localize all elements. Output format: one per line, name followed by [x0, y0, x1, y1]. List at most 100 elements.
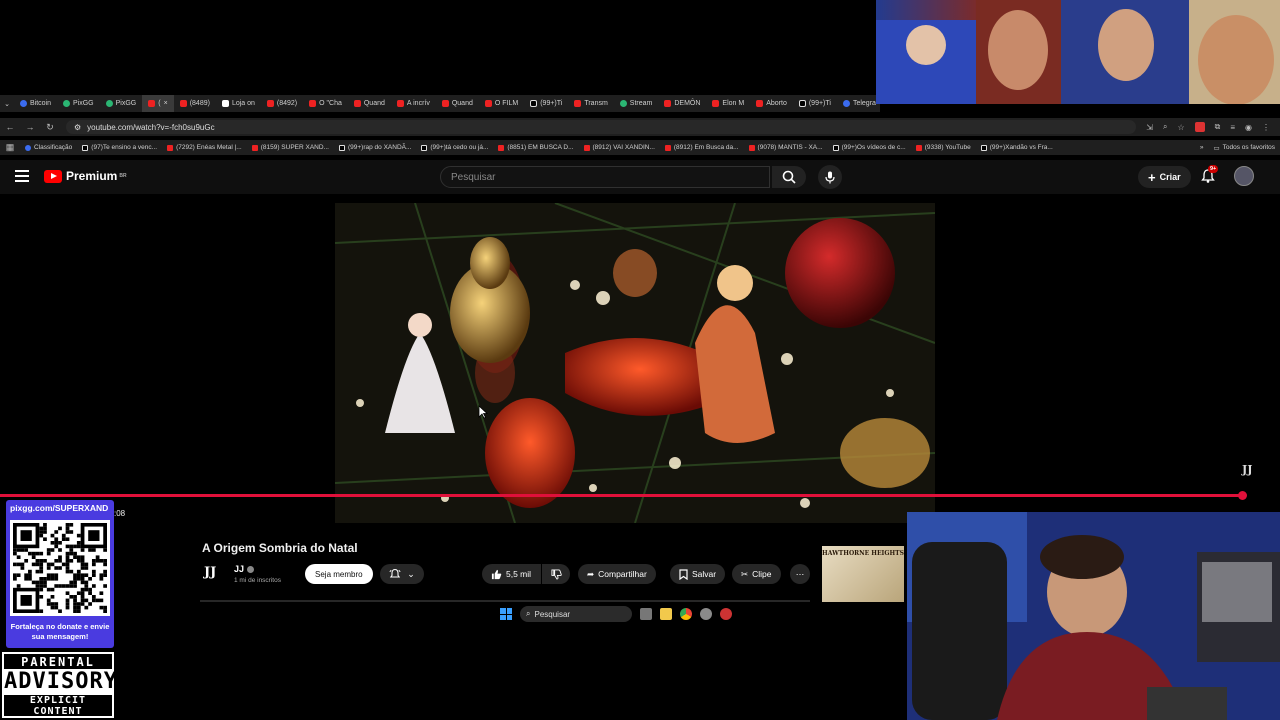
taskbar-search-input[interactable]: ⌕ Pesquisar [520, 606, 632, 622]
tab-label: PixGG [115, 100, 137, 107]
apps-grid-icon[interactable]: ▦ [0, 142, 20, 153]
bookmark-item[interactable]: (99+)Xandão vs Fra... [976, 144, 1058, 151]
search-input[interactable]: Pesquisar [440, 166, 770, 188]
browser-tab[interactable]: DEMÔN [658, 95, 706, 112]
bookmark-item[interactable]: (8912) VAI XANDIN... [579, 144, 660, 151]
recommended-video-thumbnail[interactable]: HAWTHORNE HEIGHTS [822, 546, 904, 602]
task-view-icon[interactable] [640, 608, 652, 620]
browser-tab[interactable]: Aborto [750, 95, 793, 112]
forward-icon[interactable]: → [20, 122, 40, 132]
browser-tab[interactable]: A incrív [391, 95, 436, 112]
bookmark-favicon-icon [25, 144, 31, 151]
browser-tab[interactable]: Quand [348, 95, 391, 112]
bookmark-item[interactable]: (8912) Em Busca da... [660, 144, 744, 151]
webcam-collage-overlay [876, 0, 1280, 104]
like-button[interactable]: 5,5 mil [482, 564, 542, 584]
back-icon[interactable]: ← [0, 122, 20, 132]
browser-tab[interactable]: Bitcoin [14, 95, 57, 112]
browser-tab[interactable]: (99+)Ti [793, 95, 837, 112]
zoom-icon[interactable]: ⌕ [1163, 122, 1167, 132]
browser-tab[interactable]: Transm [568, 95, 613, 112]
browser-tab[interactable]: (8492) [261, 95, 303, 112]
browser-tab[interactable]: Telegra [837, 95, 880, 112]
tab-label: Quand [363, 100, 385, 107]
clip-button[interactable]: ✂ Clipe [732, 564, 781, 584]
search-button[interactable] [772, 166, 806, 188]
browser-tab[interactable]: PixGG [100, 95, 143, 112]
media-icon[interactable]: ≡ [1230, 123, 1235, 132]
channel-watermark[interactable]: JJ [1242, 463, 1252, 476]
bookmark-item[interactable]: (7292) Enéas Metal |... [162, 144, 247, 151]
more-actions-button[interactable]: ⋯ [790, 564, 810, 584]
avatar[interactable] [1234, 166, 1254, 186]
install-app-icon[interactable]: ⇲ [1146, 123, 1153, 132]
progress-scrubber-handle[interactable] [1237, 491, 1247, 500]
bookmark-item[interactable]: Classificação [20, 144, 77, 151]
tab-favicon-icon [664, 100, 672, 107]
bookmark-list: Classificação (97)Te ensino a venc... (729… [20, 144, 1058, 151]
browser-tab[interactable]: Quand [436, 95, 479, 112]
all-bookmarks[interactable]: ▭ Todos os favoritos [1208, 144, 1280, 152]
folder-icon: ▭ [1213, 144, 1220, 152]
notifications-button[interactable]: 9+ [1200, 165, 1219, 186]
qr-code [10, 520, 110, 616]
profile-icon[interactable]: ◉ [1245, 123, 1252, 132]
subscribed-button[interactable]: ⌄ [380, 564, 424, 584]
settings-gear-icon[interactable] [700, 608, 712, 620]
channel-logo[interactable]: JJ [204, 565, 216, 580]
url-field[interactable]: ⚙ youtube.com/watch?v=-fch0su9uGc [66, 120, 1137, 134]
voice-search-button[interactable] [818, 165, 842, 189]
tab-label: A incrív [406, 100, 430, 107]
bookmark-item[interactable]: (99+)Os vídeos de c... [828, 144, 911, 151]
browser-tab[interactable]: O "Cha [303, 95, 348, 112]
browser-tab[interactable]: Elon M [706, 95, 750, 112]
channel-name-row[interactable]: JJ [234, 564, 255, 574]
browser-tab[interactable]: (× [142, 95, 174, 112]
bookmark-label: (99+)Os vídeos de c... [841, 144, 906, 151]
reload-icon[interactable]: ↻ [40, 122, 60, 133]
more-bookmarks-icon[interactable]: » [1195, 144, 1209, 151]
file-explorer-icon[interactable] [660, 608, 672, 620]
tab-favicon-icon [574, 100, 582, 107]
youtube-logo[interactable]: Premium BR [44, 169, 127, 183]
bookmark-item[interactable]: (8159) SUPER XAND... [247, 144, 334, 151]
video-progress-bar[interactable] [0, 494, 1242, 497]
more-icon: ⋯ [795, 568, 805, 579]
bookmark-item[interactable]: (99+)tá cedo ou já... [416, 144, 493, 151]
menu-icon[interactable] [15, 170, 29, 182]
share-button[interactable]: ➦ Compartilhar [578, 564, 656, 584]
chrome-icon[interactable] [680, 608, 692, 620]
tab-label: Telegra [852, 100, 876, 107]
browser-tab[interactable]: PixGG [57, 95, 100, 112]
windows-start-icon[interactable] [500, 608, 512, 620]
bookmark-item[interactable]: (99+)rap do XANDÃ... [334, 144, 416, 151]
extensions-puzzle-icon[interactable]: ⧉ [1215, 122, 1221, 132]
scissors-icon: ✂ [741, 568, 749, 579]
close-tab-icon[interactable]: × [164, 100, 168, 107]
extension-icon[interactable] [1194, 122, 1205, 132]
bookmark-item[interactable]: (8851) EM BUSCA D... [493, 144, 578, 151]
bookmark-item[interactable]: (9078) MANTIS - XA... [744, 144, 828, 151]
site-info-icon[interactable]: ⚙ [74, 123, 81, 132]
bookmark-star-icon[interactable]: ☆ [1177, 123, 1184, 132]
browser-tab-bar: ⌄ Bitcoin PixGG PixGG (× (8489) Loja on (8492)… [0, 95, 880, 112]
save-button[interactable]: Salvar [670, 564, 726, 584]
bookmark-item[interactable]: (97)Te ensino a venc... [77, 144, 162, 151]
tab-search-chevron-icon[interactable]: ⌄ [0, 100, 14, 108]
browser-tab[interactable]: O FILM [479, 95, 524, 112]
app-icon[interactable] [720, 608, 732, 620]
browser-tab[interactable]: (99+)Ti [524, 95, 568, 112]
dislike-button[interactable] [542, 564, 570, 584]
browser-tab[interactable]: Loja on [216, 95, 261, 112]
browser-tab[interactable]: (8489) [174, 95, 216, 112]
tab-favicon-icon [530, 100, 538, 107]
browser-menu-icon[interactable]: ⋮ [1262, 123, 1270, 132]
browser-tab[interactable]: Stream [614, 95, 659, 112]
like-count: 5,5 mil [506, 569, 532, 579]
tab-favicon-icon [63, 100, 71, 107]
bookmark-item[interactable]: (9338) YouTube [911, 144, 976, 151]
video-player[interactable] [335, 203, 935, 523]
create-button[interactable]: + Criar [1138, 166, 1191, 188]
join-button[interactable]: Seja membro [305, 564, 373, 584]
tab-favicon-icon [221, 100, 229, 107]
